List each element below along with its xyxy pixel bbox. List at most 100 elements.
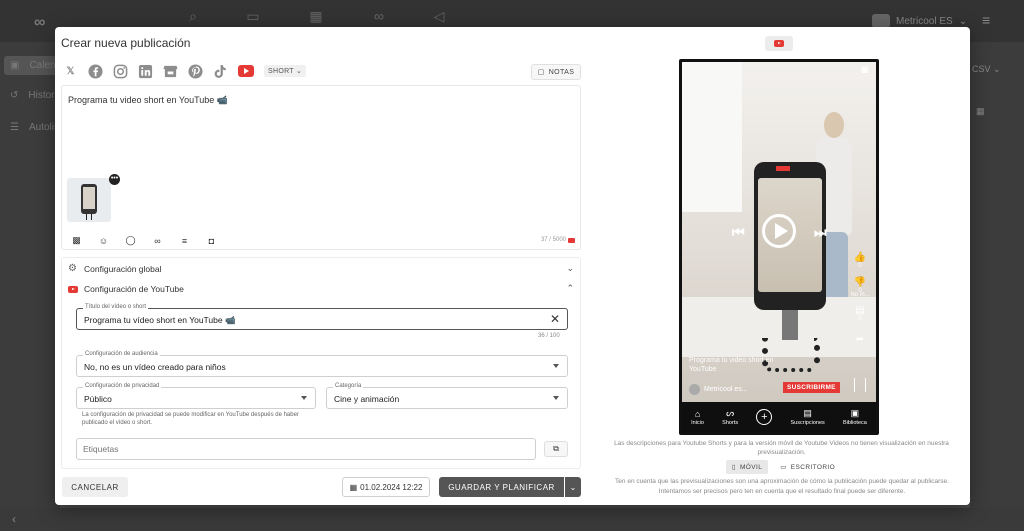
cancel-button[interactable]: CANCELAR	[62, 477, 128, 497]
short-format-label: SHORT	[268, 68, 294, 75]
calendar-icon: ▦	[349, 482, 358, 492]
nav-item-home: ⌂ Inicio	[691, 409, 704, 426]
more-options-icon[interactable]: •••	[109, 174, 120, 185]
more-label: No m...	[850, 292, 870, 298]
audience-select[interactable]: Configuración de audiencia No, no es un …	[76, 351, 568, 377]
privacy-select[interactable]: Configuración de privacidad Público	[76, 383, 316, 409]
youtube-config-toggle[interactable]: Configuración de YouTube	[68, 282, 184, 296]
audience-value: No, no es un vídeo creado para niños	[84, 362, 226, 372]
short-format-dropdown[interactable]: SHORT ⌄	[264, 65, 307, 77]
link-icon[interactable]: ∞	[151, 235, 164, 246]
notes-label: NOTAS	[548, 68, 575, 76]
share-icon: ➦	[855, 334, 865, 345]
tiktok-icon[interactable]	[213, 64, 228, 79]
hamburger-icon[interactable]: ≡	[982, 12, 990, 28]
tags-field[interactable]	[76, 438, 536, 460]
save-and-schedule-button[interactable]: GUARDAR Y PLANIFICAR	[439, 477, 564, 497]
media-icon[interactable]: ▩	[70, 235, 83, 246]
preview-video-title: Programa tu video short en YouTube	[689, 357, 774, 373]
post-text[interactable]: Programa tu video short en YouTube 📹	[68, 95, 228, 106]
privacy-label: Configuración de privacidad	[83, 383, 162, 389]
caret-down-icon	[553, 396, 559, 400]
export-csv-button[interactable]: CSV ⌄	[972, 64, 1001, 75]
linkedin-icon[interactable]	[138, 64, 153, 79]
character-counter: 37 / 5000	[541, 237, 575, 243]
history-icon: ↺	[10, 90, 19, 101]
app-right-panel: CSV ⌄ ▦	[970, 42, 1024, 531]
video-title-label: Título del vídeo o short	[83, 304, 149, 310]
youtube-icon	[68, 285, 78, 293]
chevron-down-icon: ⌄	[958, 15, 968, 27]
global-config-toggle[interactable]: ⚙ Configuración global	[68, 262, 162, 276]
shorts-icon: ᔕ	[726, 408, 735, 418]
google-business-icon[interactable]	[163, 64, 178, 79]
library-icon[interactable]: ◘	[205, 235, 218, 246]
tags-input[interactable]	[83, 444, 523, 454]
comment-icon: ▤	[855, 305, 865, 316]
mobile-toggle[interactable]: ▯ MÓVIL	[726, 460, 769, 474]
close-icon[interactable]: ✕	[550, 312, 560, 326]
facebook-icon[interactable]	[88, 63, 103, 79]
pinterest-icon[interactable]	[188, 63, 203, 79]
thumbs-up-icon: 👍	[853, 252, 867, 263]
x-twitter-icon[interactable]: 𝕏	[63, 64, 78, 79]
caret-down-icon	[553, 364, 559, 368]
mobile-toggle-label: MÓVIL	[739, 463, 763, 471]
post-editor[interactable]: Programa tu video short en YouTube 📹 •••…	[61, 85, 581, 250]
youtube-config-label: Configuración de YouTube	[84, 284, 184, 294]
modal-title: Crear nueva publicación	[61, 36, 191, 50]
instagram-icon[interactable]	[113, 64, 128, 79]
mobile-icon: ▯	[732, 464, 736, 471]
brand-label: Metricool ES	[896, 15, 953, 27]
category-select[interactable]: Categoría Cine y animación	[326, 383, 568, 409]
media-thumbnail[interactable]	[67, 178, 111, 222]
nav-label: Shorts	[722, 420, 739, 426]
mobile-preview: ◙ ⏮ ⏭ 👍 0 👎 0 No m... ▤ 0 ➦ Programa tu vid…	[679, 59, 879, 435]
chevron-left-icon[interactable]: ‹	[12, 512, 16, 526]
preview-channel: Metricool es...	[689, 384, 748, 395]
global-config-label: Configuración global	[84, 264, 162, 274]
hashtag-icon[interactable]: ≡	[178, 235, 191, 246]
preview-note: Las descripciones para Youtube Shorts y …	[614, 440, 949, 456]
library-icon: ▣	[850, 408, 860, 418]
calendar-icon[interactable]: ▦	[976, 106, 985, 117]
video-title-field[interactable]: Título del vídeo o short Programa tu víd…	[76, 304, 568, 330]
editor-toolbar: ▩ ☺ ◯ ∞ ≡ ◘	[70, 235, 218, 246]
skip-previous-icon: ⏮	[732, 224, 745, 240]
notes-button[interactable]: ▢ NOTAS	[531, 64, 581, 80]
preview-network-tab[interactable]	[765, 36, 793, 51]
video-title-value[interactable]: Programa tu vídeo short en YouTube 📹	[84, 315, 236, 326]
video-title-counter: 36 / 100	[538, 333, 560, 339]
chevron-down-icon[interactable]: ⌄	[565, 477, 581, 497]
desktop-icon: ▭	[780, 464, 787, 471]
app-sidebar: ▣ Calendario ↺ Historial ☰ Autolistas	[0, 42, 84, 531]
nav-label: Inicio	[691, 419, 704, 426]
list-icon: ☰	[10, 122, 19, 133]
nav-label: Suscripciones	[790, 420, 825, 426]
avatar	[689, 384, 700, 395]
brand-switcher[interactable]: Metricool ES ⌄	[872, 14, 967, 28]
subscriptions-icon: ▤	[803, 408, 812, 418]
gear-icon: ⚙	[68, 263, 77, 274]
schedule-date-value: 01.02.2024 12:22	[360, 482, 423, 492]
thumbs-down-icon: 👎	[853, 277, 867, 288]
comment-icon[interactable]: ◯	[124, 235, 137, 246]
emoji-icon[interactable]: ☺	[97, 235, 110, 246]
chevron-up-icon[interactable]: ⌃	[566, 283, 574, 294]
copy-icon[interactable]: ⧉	[544, 441, 568, 457]
youtube-icon[interactable]	[238, 65, 254, 77]
character-count: 37 / 5000	[540, 237, 566, 243]
channel-name: Metricool es...	[704, 386, 748, 393]
nav-item-subscriptions: ▤ Suscripciones	[791, 408, 825, 426]
schedule-date-button[interactable]: ▦ 01.02.2024 12:22	[342, 477, 430, 497]
desktop-toggle[interactable]: ▭ ESCRITORIO	[774, 460, 841, 474]
plus-icon: +	[756, 409, 773, 425]
config-panel: ⚙ Configuración global ⌄ Configuración d…	[61, 257, 581, 469]
preview-disclaimer: Ten en cuenta que las previsualizaciones…	[615, 478, 949, 495]
youtube-nav: ⌂ Inicio ᔕ Shorts + ▤ Suscripciones ▣ Biblio…	[682, 402, 876, 432]
audience-label: Configuración de audiencia	[83, 351, 160, 357]
brand-avatar	[872, 14, 890, 28]
youtube-icon	[774, 40, 784, 47]
category-value: Cine y animación	[334, 394, 400, 404]
chevron-down-icon[interactable]: ⌄	[566, 263, 574, 274]
